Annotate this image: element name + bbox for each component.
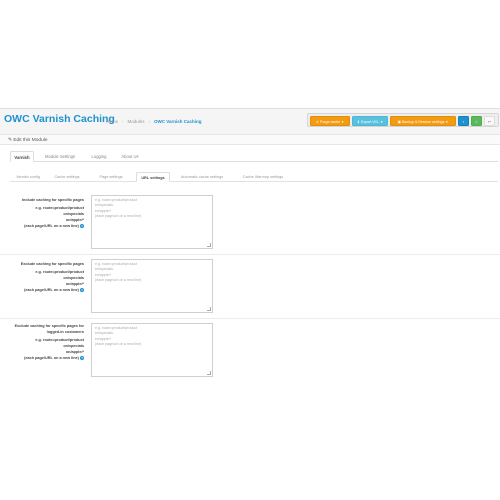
back-button[interactable]: ↩ [484,116,495,126]
tab-cache-settings[interactable]: Cache settings [50,172,84,182]
tab-varnish-config[interactable]: Varnish config [10,172,46,182]
export-vcl-button[interactable]: ⬇ Export VCL ▼ [352,116,388,126]
panel-heading: ✎ Edit this Module [0,134,500,145]
apply-button[interactable]: ✓ [471,116,482,126]
back-icon: ↩ [487,120,491,124]
save-button[interactable]: ▪ [458,116,469,126]
backup-restore-button[interactable]: ▣ Backup & Restore settings ▼ [390,116,456,126]
save-icon: ▪ [462,120,465,124]
tab-varnish[interactable]: Varnish [10,151,34,162]
purge-cache-button[interactable]: ✕ Purge cache ▼ [310,116,350,126]
tab-page-settings[interactable]: Page settings [90,172,132,182]
include-pages-label: Include caching for specific pages [21,198,84,202]
exclude-logged-in-hint-text: e.g. route=product/product on/specials o… [24,338,84,360]
caret-down-icon: ▼ [341,120,345,124]
panel-title: Edit this Module [13,138,48,143]
resize-grip-icon[interactable] [207,243,211,247]
export-vcl-label: Export VCL [360,120,380,124]
panel-title-wrap: ✎ Edit this Module [8,138,48,143]
tab-logging[interactable]: Logging [86,151,112,162]
toolbar: ✕ Purge cache ▼ ⬇ Export VCL ▼ ▣ Backup … [307,113,499,127]
include-pages-textarea[interactable]: e.g. route=product/product en/specials e… [91,195,213,249]
tab-automatic-cache-settings[interactable]: Automatic cache settings [174,172,230,182]
breadcrumb: Home › Modules › OWC Varnish Caching [106,119,202,124]
resize-grip-icon[interactable] [207,371,211,375]
exclude-pages-textarea[interactable]: e.g. route=product/product en/specials e… [91,259,213,313]
exclude-logged-in-label: Exclude caching for specific pages for l… [14,324,84,334]
include-pages-placeholder: e.g. route=product/product en/specials e… [95,198,142,219]
exclude-pages-hint: e.g. route=product/product on/specials o… [24,269,84,293]
tab-url-settings[interactable]: URL settings [136,172,170,182]
main-tabs: Varnish Module Settings Logging About Us [10,151,498,162]
exclude-pages-label: Exclude caching for specific pages [20,262,84,266]
divider [0,318,500,319]
info-icon[interactable]: ? [80,288,84,292]
breadcrumb-modules[interactable]: Modules [128,119,145,124]
include-pages-hint-text: e.g. route=product/product on/specials o… [24,206,84,228]
purge-cache-label: Purge cache [319,120,341,124]
breadcrumb-home[interactable]: Home [106,119,118,124]
sub-tabs: Varnish config Cache settings Page setti… [10,172,498,182]
exclude-logged-in-placeholder: e.g. route=product/product en/specials e… [95,326,142,347]
info-icon[interactable]: ? [80,224,84,228]
resize-grip-icon[interactable] [207,307,211,311]
divider [0,254,500,255]
backup-restore-label: Backup & Restore settings [402,120,445,124]
tab-module-settings[interactable]: Module Settings [38,151,82,162]
breadcrumb-current[interactable]: OWC Varnish Caching [154,119,202,124]
include-pages-hint: e.g. route=product/product on/specials o… [24,205,84,229]
page-title: OWC Varnish Caching [4,113,115,125]
info-icon[interactable]: ? [80,356,84,360]
check-icon: ✓ [474,120,478,124]
caret-down-icon: ▼ [445,120,449,124]
tab-cache-warmup-settings[interactable]: Cache Warmup settings [234,172,292,182]
caret-down-icon: ▼ [380,120,384,124]
exclude-pages-hint-text: e.g. route=product/product on/specials o… [24,270,84,292]
tab-about-us[interactable]: About Us [116,151,144,162]
exclude-logged-in-textarea[interactable]: e.g. route=product/product en/specials e… [91,323,213,377]
exclude-pages-placeholder: e.g. route=product/product en/specials e… [95,262,142,283]
exclude-logged-in-hint: e.g. route=product/product on/specials o… [24,337,84,361]
